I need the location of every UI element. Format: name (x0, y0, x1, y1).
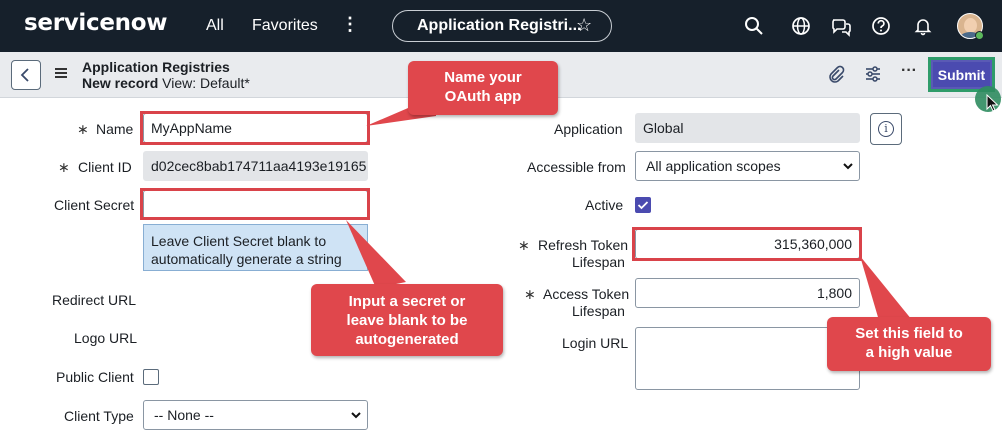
checkmark-icon (637, 201, 649, 210)
page-title-pill[interactable]: Application Registri... ☆ (392, 10, 612, 42)
client-id-label: Client ID (78, 159, 132, 175)
callout-field: Set this field to a high value (827, 317, 991, 371)
access-token-label-2: Lifespan (572, 303, 625, 319)
mouse-cursor-icon (986, 94, 999, 112)
name-highlight (140, 111, 370, 145)
nav-favorites[interactable]: Favorites (252, 17, 318, 35)
public-client-label: Public Client (56, 369, 134, 385)
client-type-label: Client Type (64, 408, 134, 424)
help-icon[interactable] (870, 15, 892, 37)
callout-tail-field-icon (860, 256, 912, 324)
redirect-url-label: Redirect URL (52, 292, 137, 308)
callout-secret: Input a secret or leave blank to be auto… (311, 284, 503, 356)
chevron-down-icon (351, 412, 361, 419)
application-label: Application (554, 121, 623, 137)
access-token-label: Access Token (543, 286, 630, 302)
callout-secret-line-1: Input a secret or (348, 293, 466, 310)
chevron-left-icon (20, 68, 29, 82)
refresh-token-label: Refresh Token (538, 237, 629, 253)
accessible-from-select[interactable]: All application scopes (635, 151, 860, 181)
active-label: Active (585, 197, 624, 213)
notification-bell-icon[interactable] (912, 15, 934, 37)
client-secret-hint: Leave Client Secret blank to automatical… (143, 224, 368, 271)
servicenow-logo[interactable]: servicenow (24, 10, 167, 36)
globe-icon[interactable] (790, 15, 812, 37)
nav-more-icon[interactable]: ⋮ (341, 14, 359, 35)
record-subtitle: New record View: Default* (82, 75, 250, 91)
chevron-down-icon (843, 163, 853, 170)
top-nav: servicenow All Favorites ⋮ Application R… (0, 0, 1002, 52)
callout-name-line-1: Name your (444, 69, 522, 86)
public-client-checkbox[interactable] (143, 369, 159, 385)
refresh-token-highlight (632, 227, 862, 261)
info-icon: i (878, 121, 894, 137)
form-context-menu-icon[interactable] (55, 68, 67, 78)
callout-field-line-1: Set this field to (855, 325, 963, 342)
more-options-icon[interactable]: ··· (901, 62, 917, 80)
callout-secret-line-2: leave blank to be (346, 312, 468, 329)
callout-name: Name your OAuth app (408, 61, 558, 115)
submit-button[interactable]: Submit (933, 62, 990, 87)
personalize-form-icon[interactable] (863, 64, 883, 84)
nav-all[interactable]: All (206, 17, 224, 35)
favorite-star-icon[interactable]: ☆ (576, 15, 592, 36)
client-type-value: -- None -- (154, 407, 214, 423)
access-required-icon: ∗ (524, 286, 536, 302)
callout-name-line-2: OAuth app (444, 88, 522, 105)
search-icon[interactable] (743, 15, 765, 37)
client-secret-label: Client Secret (54, 197, 135, 213)
chat-icon[interactable] (830, 15, 852, 37)
client-type-select[interactable]: -- None -- (143, 400, 368, 430)
application-info-button[interactable]: i (870, 113, 902, 145)
login-url-label: Login URL (562, 335, 629, 351)
attachment-icon[interactable] (826, 64, 846, 84)
record-state: New record (82, 75, 159, 91)
page-title: Application Registri... (417, 17, 582, 34)
record-view[interactable]: View: Default* (162, 75, 250, 91)
logo-url-label: Logo URL (74, 330, 138, 346)
accessible-from-value: All application scopes (646, 158, 781, 174)
callout-tail-secret-icon (346, 220, 406, 288)
application-input: Global (635, 113, 860, 143)
presence-status-icon (975, 31, 984, 40)
client-id-required-icon: ∗ (58, 159, 70, 175)
name-label: Name (96, 121, 134, 137)
refresh-token-label-2: Lifespan (572, 254, 625, 270)
active-checkbox[interactable] (635, 197, 651, 213)
accessible-from-label: Accessible from (527, 159, 626, 175)
client-id-input: d02cec8bab174711aa4193e19165 (143, 151, 368, 181)
callout-field-line-2: a high value (865, 344, 953, 361)
name-required-icon: ∗ (77, 121, 89, 137)
back-button[interactable] (11, 60, 41, 90)
client-secret-highlight (140, 188, 370, 220)
callout-secret-line-3: autogenerated (355, 331, 459, 348)
record-table-title: Application Registries (82, 59, 230, 75)
access-token-input[interactable] (635, 278, 860, 308)
refresh-required-icon: ∗ (518, 237, 530, 253)
